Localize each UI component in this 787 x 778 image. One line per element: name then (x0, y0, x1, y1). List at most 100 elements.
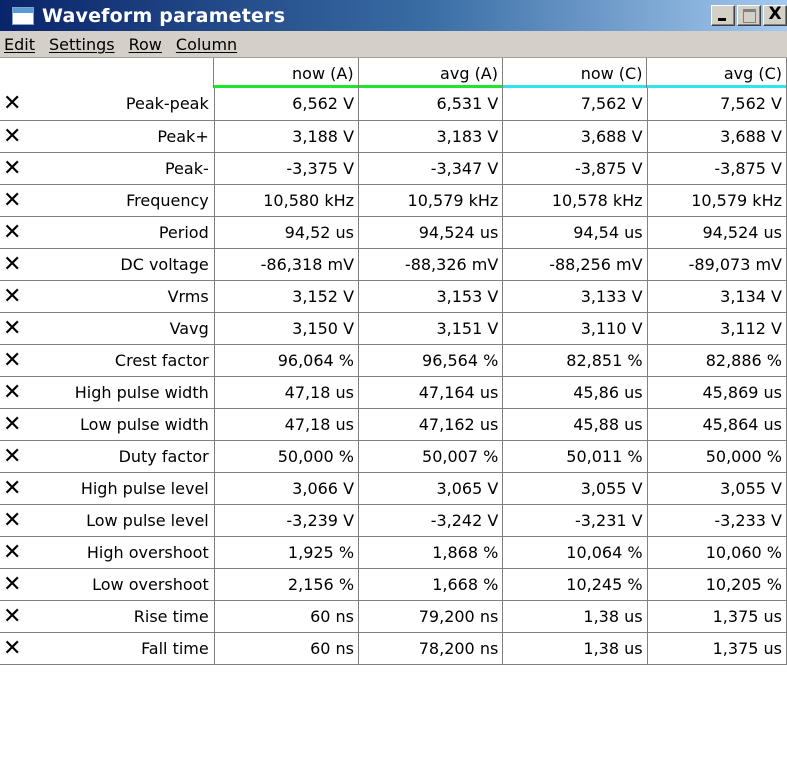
column-header-now-c[interactable]: now (C) (502, 58, 648, 91)
parameter-value: 3,688 V (647, 120, 787, 153)
parameter-value: 94,54 us (502, 216, 648, 249)
parameter-name: DC voltage (44, 248, 215, 281)
menu-settings[interactable]: Settings (42, 35, 122, 54)
parameter-name: Vrms (44, 280, 215, 313)
table-row[interactable]: ✕ High pulse width 47,18 us 47,164 us 45,86 … (0, 376, 787, 409)
table-row[interactable]: ✕ Low pulse width 47,18 us 47,162 us 45,88 u… (0, 408, 787, 441)
menu-edit[interactable]: Edit (0, 35, 42, 54)
table-row[interactable]: ✕ Frequency 10,580 kHz 10,579 kHz 10,578 kHz… (0, 184, 787, 217)
parameter-value: 94,524 us (358, 216, 504, 249)
parameter-value: 50,007 % (358, 440, 504, 473)
remove-row-icon[interactable]: ✕ (0, 504, 45, 537)
parameter-value: 3,150 V (214, 312, 360, 345)
remove-row-icon[interactable]: ✕ (0, 312, 45, 345)
table-row[interactable]: ✕ Fall time 60 ns 78,200 ns 1,38 us 1,375 us (0, 632, 787, 665)
parameter-name: Low overshoot (44, 568, 215, 601)
table-row[interactable]: ✕ Period 94,52 us 94,524 us 94,54 us 94,524 u… (0, 216, 787, 249)
parameter-value: 7,562 V (502, 88, 648, 121)
close-button[interactable]: X (763, 5, 787, 26)
remove-row-icon[interactable]: ✕ (0, 536, 45, 569)
table-row[interactable]: ✕ Peak-peak 6,562 V 6,531 V 7,562 V 7,562 V (0, 88, 787, 121)
parameter-value: 1,868 % (358, 536, 504, 569)
table-row[interactable]: ✕ Crest factor 96,064 % 96,564 % 82,851 % 82,… (0, 344, 787, 377)
parameter-name: Rise time (44, 600, 215, 633)
parameter-value: 1,38 us (502, 632, 648, 665)
parameter-name: Peak- (44, 152, 215, 185)
remove-row-icon[interactable]: ✕ (0, 600, 45, 633)
parameter-value: -3,233 V (647, 504, 787, 537)
parameter-name: Crest factor (44, 344, 215, 377)
remove-row-icon[interactable]: ✕ (0, 408, 45, 441)
parameter-value: 96,064 % (214, 344, 360, 377)
remove-row-icon[interactable]: ✕ (0, 440, 45, 473)
remove-row-icon[interactable]: ✕ (0, 184, 45, 217)
title-bar[interactable]: Waveform parameters X (0, 0, 787, 31)
column-header-label: avg (C) (723, 64, 782, 84)
parameter-value: 1,925 % (214, 536, 360, 569)
maximize-button[interactable] (737, 5, 761, 26)
table-row[interactable]: ✕ DC voltage -86,318 mV -88,326 mV -88,256 m… (0, 248, 787, 281)
parameter-value: 10,205 % (647, 568, 787, 601)
table-row[interactable]: ✕ Low overshoot 2,156 % 1,668 % 10,245 % 10,2… (0, 568, 787, 601)
table-row[interactable]: ✕ Vrms 3,152 V 3,153 V 3,133 V 3,134 V (0, 280, 787, 313)
table-row[interactable]: ✕ Peak- -3,375 V -3,347 V -3,875 V -3,875 V (0, 152, 787, 185)
remove-row-icon[interactable]: ✕ (0, 152, 45, 185)
table-row[interactable]: ✕ Rise time 60 ns 79,200 ns 1,38 us 1,375 us (0, 600, 787, 633)
parameter-value: 78,200 ns (358, 632, 504, 665)
parameter-value: 3,134 V (647, 280, 787, 313)
remove-row-icon[interactable]: ✕ (0, 376, 45, 409)
remove-row-icon[interactable]: ✕ (0, 88, 45, 121)
remove-row-icon[interactable]: ✕ (0, 568, 45, 601)
parameter-value: 94,52 us (214, 216, 360, 249)
parameter-value: 7,562 V (647, 88, 787, 121)
parameter-name: Fall time (44, 632, 215, 665)
parameter-value: -88,326 mV (358, 248, 504, 281)
parameter-value: 10,578 kHz (502, 184, 648, 217)
parameter-value: 3,066 V (214, 472, 360, 505)
parameter-value: -3,239 V (214, 504, 360, 537)
table-row[interactable]: ✕ High pulse level 3,066 V 3,065 V 3,055 V 3,… (0, 472, 787, 505)
parameter-value: -3,347 V (358, 152, 504, 185)
parameter-value: 79,200 ns (358, 600, 504, 633)
menu-column[interactable]: Column (169, 35, 244, 54)
parameter-value: 1,375 us (647, 632, 787, 665)
table-row[interactable]: ✕ Duty factor 50,000 % 50,007 % 50,011 % 50,0… (0, 440, 787, 473)
remove-row-icon[interactable]: ✕ (0, 280, 45, 313)
parameter-value: 10,579 kHz (647, 184, 787, 217)
header-remove-corner (0, 58, 45, 91)
remove-row-icon[interactable]: ✕ (0, 248, 45, 281)
remove-row-icon[interactable]: ✕ (0, 120, 45, 153)
parameter-value: -3,875 V (647, 152, 787, 185)
remove-row-icon[interactable]: ✕ (0, 216, 45, 249)
parameter-name: High pulse level (44, 472, 215, 505)
column-header-avg-c[interactable]: avg (C) (646, 58, 787, 91)
parameter-value: 60 ns (214, 600, 360, 633)
parameter-value: 10,064 % (502, 536, 648, 569)
table-row[interactable]: ✕ Peak+ 3,188 V 3,183 V 3,688 V 3,688 V (0, 120, 787, 153)
parameter-name: Peak-peak (44, 88, 215, 121)
table-row[interactable]: ✕ High overshoot 1,925 % 1,868 % 10,064 % 10,… (0, 536, 787, 569)
column-header-label: now (C) (580, 64, 643, 84)
parameter-name: Duty factor (44, 440, 215, 473)
remove-row-icon[interactable]: ✕ (0, 344, 45, 377)
minimize-button[interactable] (711, 5, 735, 26)
window-icon[interactable] (12, 6, 34, 25)
parameter-value: 3,055 V (502, 472, 648, 505)
parameter-value: -3,875 V (502, 152, 648, 185)
parameter-value: 82,886 % (647, 344, 787, 377)
parameter-value: -88,256 mV (502, 248, 648, 281)
menu-row[interactable]: Row (122, 35, 169, 54)
remove-row-icon[interactable]: ✕ (0, 472, 45, 505)
parameter-value: 47,164 us (358, 376, 504, 409)
parameter-value: 45,86 us (502, 376, 648, 409)
parameter-name: High overshoot (44, 536, 215, 569)
remove-row-icon[interactable]: ✕ (0, 632, 45, 665)
table-row[interactable]: ✕ Vavg 3,150 V 3,151 V 3,110 V 3,112 V (0, 312, 787, 345)
table-row[interactable]: ✕ Low pulse level -3,239 V -3,242 V -3,231 V… (0, 504, 787, 537)
column-header-now-a[interactable]: now (A) (213, 58, 359, 91)
parameter-value: 47,18 us (214, 376, 360, 409)
column-header-avg-a[interactable]: avg (A) (358, 58, 504, 91)
parameter-value: 50,000 % (214, 440, 360, 473)
parameter-value: 3,133 V (502, 280, 648, 313)
parameter-value: -3,242 V (358, 504, 504, 537)
